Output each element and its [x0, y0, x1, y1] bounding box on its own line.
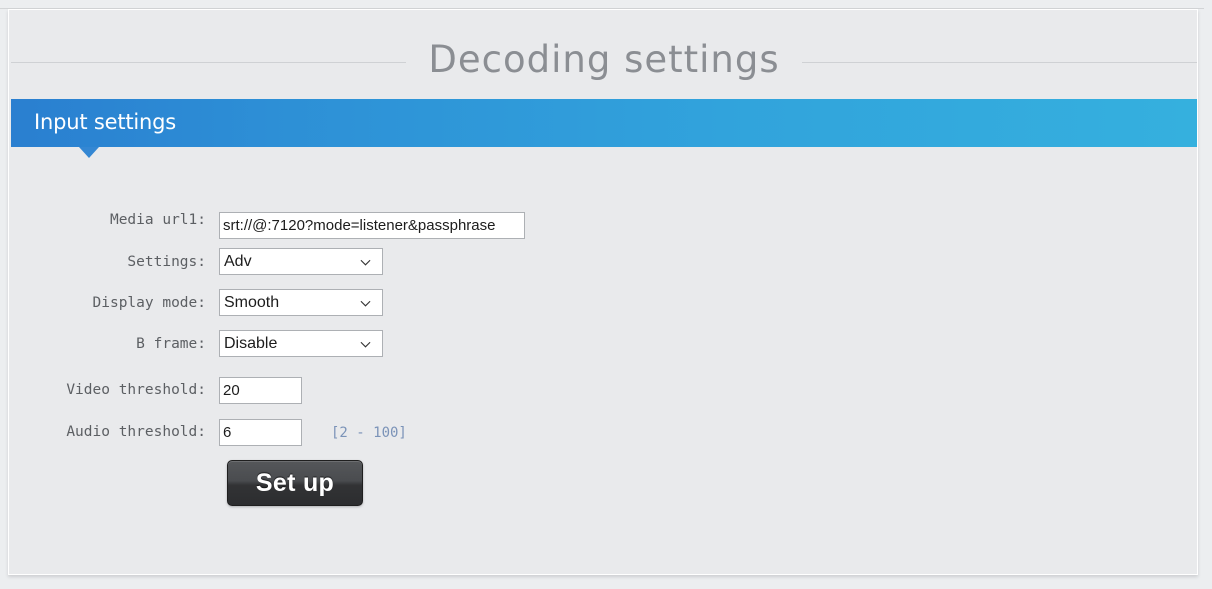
title-rule-right — [801, 61, 1197, 63]
video-threshold-field-wrap — [219, 377, 302, 404]
page-title-block: Decoding settings — [9, 24, 1199, 94]
media-url-label: Media url1: — [109, 212, 206, 228]
b-frame-select[interactable]: Disable — [219, 330, 383, 357]
set-up-button[interactable]: Set up — [227, 460, 363, 506]
content-panel: Decoding settings Input settings Media u… — [8, 9, 1198, 575]
settings-select[interactable]: Adv — [219, 248, 383, 275]
audio-threshold-label: Audio threshold: — [66, 424, 206, 440]
tab-active-caret-icon — [79, 147, 99, 158]
audio-threshold-input[interactable] — [219, 419, 302, 446]
tab-bar-input-settings[interactable]: Input settings — [11, 99, 1197, 147]
display-mode-select[interactable]: Smooth — [219, 289, 383, 316]
media-url-field-wrap — [219, 212, 525, 239]
display-mode-label: Display mode: — [92, 295, 207, 311]
video-threshold-input[interactable] — [219, 377, 302, 404]
settings-field-wrap: Adv — [219, 248, 383, 275]
settings-label: Settings: — [127, 254, 206, 270]
display-mode-field-wrap: Smooth — [219, 289, 383, 316]
title-rule-left — [11, 61, 407, 63]
media-url-input[interactable] — [219, 212, 525, 239]
audio-threshold-field-wrap — [219, 419, 302, 446]
b-frame-label: B frame: — [136, 336, 206, 352]
page-title: Decoding settings — [428, 37, 780, 81]
b-frame-field-wrap: Disable — [219, 330, 383, 357]
tab-input-settings-label: Input settings — [34, 110, 176, 134]
decoding-settings-page: Decoding settings Input settings Media u… — [0, 0, 1212, 589]
audio-threshold-range-hint: [2 - 100] — [331, 425, 407, 441]
video-threshold-label: Video threshold: — [66, 382, 206, 398]
